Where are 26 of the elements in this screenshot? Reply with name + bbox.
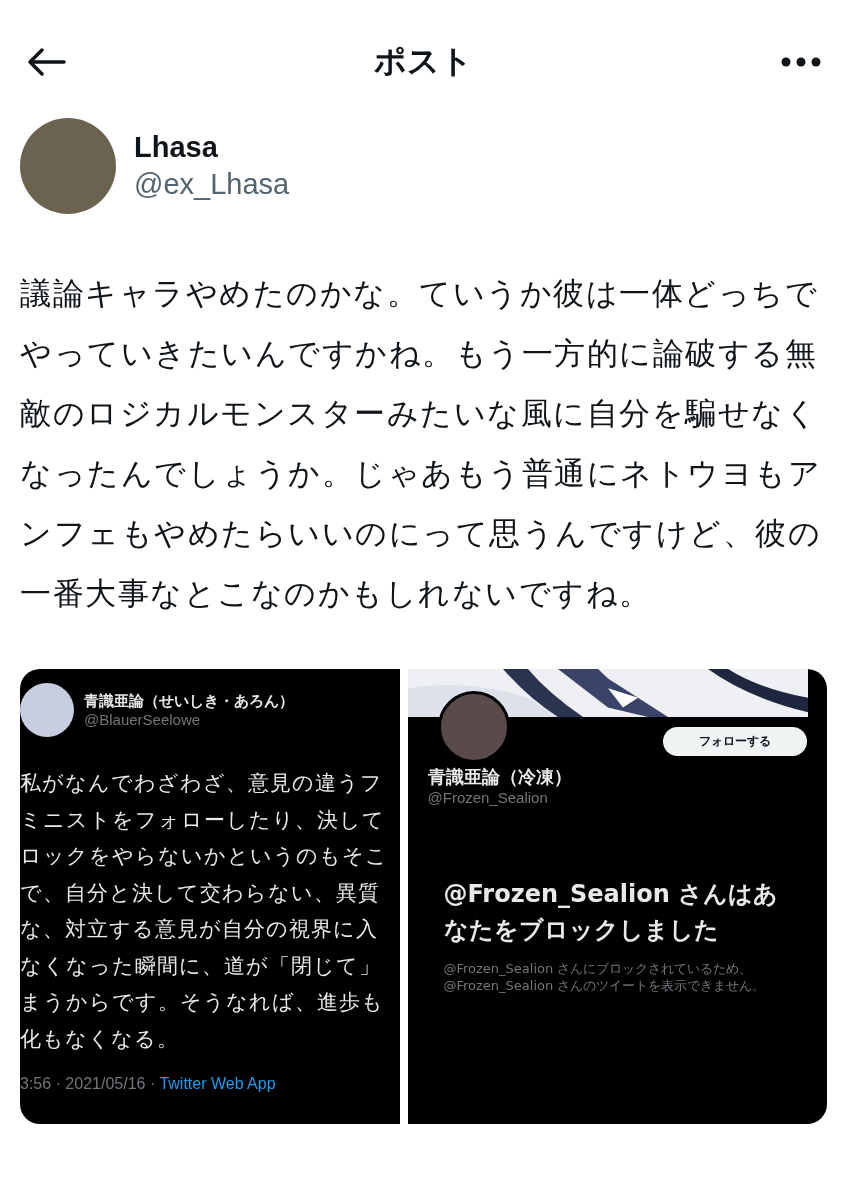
tweet-text-line: 化もなくなる。 xyxy=(20,1025,180,1052)
more-icon[interactable] xyxy=(781,57,821,67)
blocked-heading: @Frozen_Sealion さんはあなたをブロックしました xyxy=(443,879,780,946)
tweet-text-line: ミニストをフォローしたり、決して xyxy=(20,806,386,833)
tweet-text-line: な、対立する意見が自分の視界に入 xyxy=(20,916,379,942)
page-title: ポスト xyxy=(374,41,473,82)
user-handle: @Frozen_Sealion xyxy=(427,789,549,806)
avatar xyxy=(20,683,74,737)
blocked-note: @Frozen_Sealion さんにブロックされているため、@Frozen_Sealion さんのツイートを表示できません。 xyxy=(443,960,767,994)
tweet-text-line: まうからです。そうなれば、進歩も xyxy=(20,989,385,1015)
post-text: 議論キャラやめたのかな。ていうか彼は一体どっちでやっていきたいんですかね。もう一方的に論破する無敵のロジカルモンスターみたいな風に自分を騙せなくなったんでしょうか。じゃあもう普通にネトウヨもアンフェもやめたらいいのにって思うんですけど、彼の一番大事なとこなのかもしれないですね。 xyxy=(20,275,822,613)
author-name[interactable]: Lhasa xyxy=(134,131,290,164)
tweet-text-line: で、自分と決して交わらない、異質 xyxy=(20,879,381,906)
tweet-text-line: 私がなんでわざわざ、意見の違うフ xyxy=(20,770,384,796)
tweet-screenshot[interactable]: 青識亜論（せいしき・あろん） @BlauerSeelowe 私がなんでわざわざ、意見の違うフ ミニストをフォローしたり、決して ロックをやらないかというのもそこ で、自分と決して交わらない、異質 な、対立する意見が自分の視界に入 なくなった瞬間に、道が「閉じて」 まうからです。そうなれば、進歩も 化もなくなる。 3:56 · 2021/05/16 · Twitter Web App xyxy=(20,669,400,1124)
follow-button: フォローする xyxy=(663,727,807,756)
tweet-text-line: なくなった瞬間に、道が「閉じて」 xyxy=(20,952,382,979)
back-icon[interactable] xyxy=(26,47,66,77)
source-link: Twitter Web App xyxy=(159,1075,276,1092)
tweet-text-line: ロックをやらないかというのもそこ xyxy=(20,843,389,869)
user-name: 青識亜論（冷凍） xyxy=(427,765,573,789)
tweet-meta: 3:56 · 2021/05/16 · xyxy=(20,1075,157,1092)
user-handle: @BlauerSeelowe xyxy=(84,711,202,728)
author-handle[interactable]: @ex_Lhasa xyxy=(134,168,290,201)
profile-screenshot[interactable]: フォローする 青識亜論（冷凍） @Frozen_Sealion @Frozen_Sealion さんはあなたをブロックしました @Frozen_Sealion さんにブロックされているため、@Frozen_Sealion さんのツイートを表示できません。 xyxy=(407,669,827,1124)
user-name: 青識亜論（せいしき・あろん） xyxy=(84,692,294,711)
